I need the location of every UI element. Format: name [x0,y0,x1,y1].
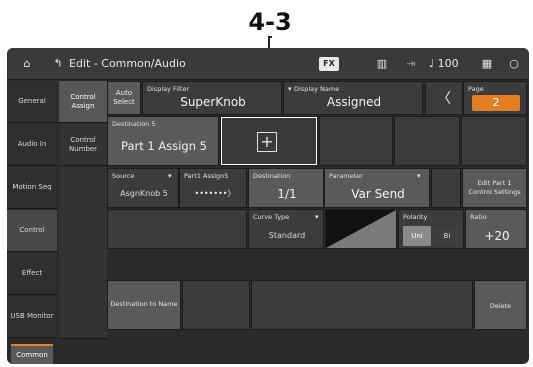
destination-label: Destination 5 [112,120,156,128]
curve-type-label: Curve Type [253,213,290,221]
tempo-display[interactable]: ♩ 100 [429,48,477,80]
sidebar-item-motion-seq[interactable]: Motion Seq [7,167,57,209]
add-icon[interactable]: + [257,132,277,152]
auto-select-button[interactable]: Auto Select [107,81,141,115]
blank-cell [394,116,460,166]
sidebar-item-usb-monitor[interactable]: USB Monitor [7,296,57,338]
curve-graph [325,209,397,249]
blank-cell [461,116,527,166]
dropdown-icon: ▾ [288,85,292,93]
blank-cell [431,168,461,208]
page-label: Page [468,85,484,93]
fx-badge: FX [319,57,339,71]
sidebar-item-label: Control [19,226,45,235]
callout-label: 4-3 [248,8,292,36]
polarity-uni-button[interactable]: Uni [403,226,431,246]
grid-icon[interactable]: ▦ [479,48,495,80]
destination-part-cell[interactable]: Destination 1/1 [248,168,324,208]
edit-part-settings-button[interactable]: Edit Part 1 Control Settings [462,168,527,208]
flow-dots: •••••••〉 [194,189,236,198]
destination-to-name-button[interactable]: Destination to Name [107,280,181,330]
keyboard-icon: ▥ [376,57,388,70]
tab-label: Control Number [68,135,98,153]
destination-value: Part 1 Assign 5 [121,139,207,153]
source-value: AsgnKnob 5 [120,189,168,198]
callout-line-stub [268,36,272,38]
destination-to-name-label: Destination to Name [110,300,178,309]
tab-column-filler [59,167,107,339]
destination-header: Destination [253,172,291,180]
curve-shape [326,210,396,248]
source-cell[interactable]: Source ▾ AsgnKnob 5 [107,168,179,208]
tab-control-number[interactable]: Control Number [59,124,107,166]
blank-cell [319,116,393,166]
dropdown-icon: ▾ [417,172,421,180]
delete-label: Delete [489,302,512,310]
ratio-label: Ratio [470,213,487,221]
page-field: Page 2 [463,81,527,115]
back-icon[interactable]: ↰ [51,48,65,80]
sidebar-item-label: Effect [21,269,43,278]
blank-cell [251,280,473,330]
page-title: Edit - Common/Audio [69,57,186,70]
usb-icon: ⇥ [406,57,416,70]
tab-control-assign[interactable]: Control Assign [59,81,107,123]
home-icon[interactable]: ⌂ [17,48,37,80]
sidebar-item-general[interactable]: General [7,81,57,123]
display-name-value: Assigned [326,95,382,109]
common-tab-label: Common [16,351,48,359]
display-name-field[interactable]: Display Name ▾ Assigned [283,81,423,115]
add-destination-area[interactable]: + [220,116,318,166]
polarity-label: Polarity [403,213,428,221]
sidebar-item-label: General [18,97,46,106]
tab-label: Control Assign [70,92,96,110]
destination-part-value: 1/1 [277,187,297,201]
display-filter-field[interactable]: Display Filter SuperKnob [142,81,282,115]
common-tab[interactable]: Common [11,344,53,364]
blank-cell [107,209,247,249]
curve-type-value: Standard [268,231,306,240]
sidebar-item-label: Motion Seq [12,183,52,192]
sidebar-item-audio-in[interactable]: Audio In [7,124,57,166]
dropdown-icon: ▾ [315,213,319,221]
sidebar-item-control[interactable]: Control [7,210,57,252]
ratio-cell[interactable]: Ratio +20 [465,209,527,249]
destination-field[interactable]: Destination 5 Part 1 Assign 5 [107,116,219,166]
curve-graph-svg [326,210,396,248]
page-value[interactable]: 2 [472,95,520,111]
ratio-value: +20 [484,229,510,243]
polarity-cell: Polarity Uni Bi [398,209,464,249]
top-bar: ⌂ ↰ Edit - Common/Audio FX ▥ ⇥ ♩ 100 ▦ ○ [7,48,529,80]
part-header: Part1 Assign5 [184,172,229,180]
parameter-value: Var Send [351,187,405,201]
display-name-label: Display Name [294,85,340,93]
edit-part-label: Edit Part 1 Control Settings [468,179,521,196]
sidebar-item-label: Audio In [17,140,47,149]
sidebar-item-label: USB Monitor [10,312,54,321]
blank-cell [182,280,250,330]
polarity-bi-button[interactable]: Bi [433,226,461,246]
source-header: Source [112,172,135,180]
power-icon[interactable]: ○ [505,48,523,80]
display-filter-value: SuperKnob [180,95,246,109]
part-assign-cell: Part1 Assign5 •••••••〉 [179,168,247,208]
page-back-button[interactable]: 〈 [425,81,463,115]
dropdown-icon: ▾ [168,172,172,180]
parameter-header: Parameter [329,172,363,180]
auto-select-label: Auto Select [113,88,135,106]
curve-type-cell[interactable]: Curve Type ▾ Standard [248,209,324,249]
synth-screen: ⌂ ↰ Edit - Common/Audio FX ▥ ⇥ ♩ 100 ▦ ○… [7,48,529,364]
delete-button[interactable]: Delete [474,280,527,330]
parameter-cell[interactable]: Parameter ▾ Var Send [324,168,430,208]
display-filter-label: Display Filter [147,85,190,93]
sidebar-item-effect[interactable]: Effect [7,253,57,295]
